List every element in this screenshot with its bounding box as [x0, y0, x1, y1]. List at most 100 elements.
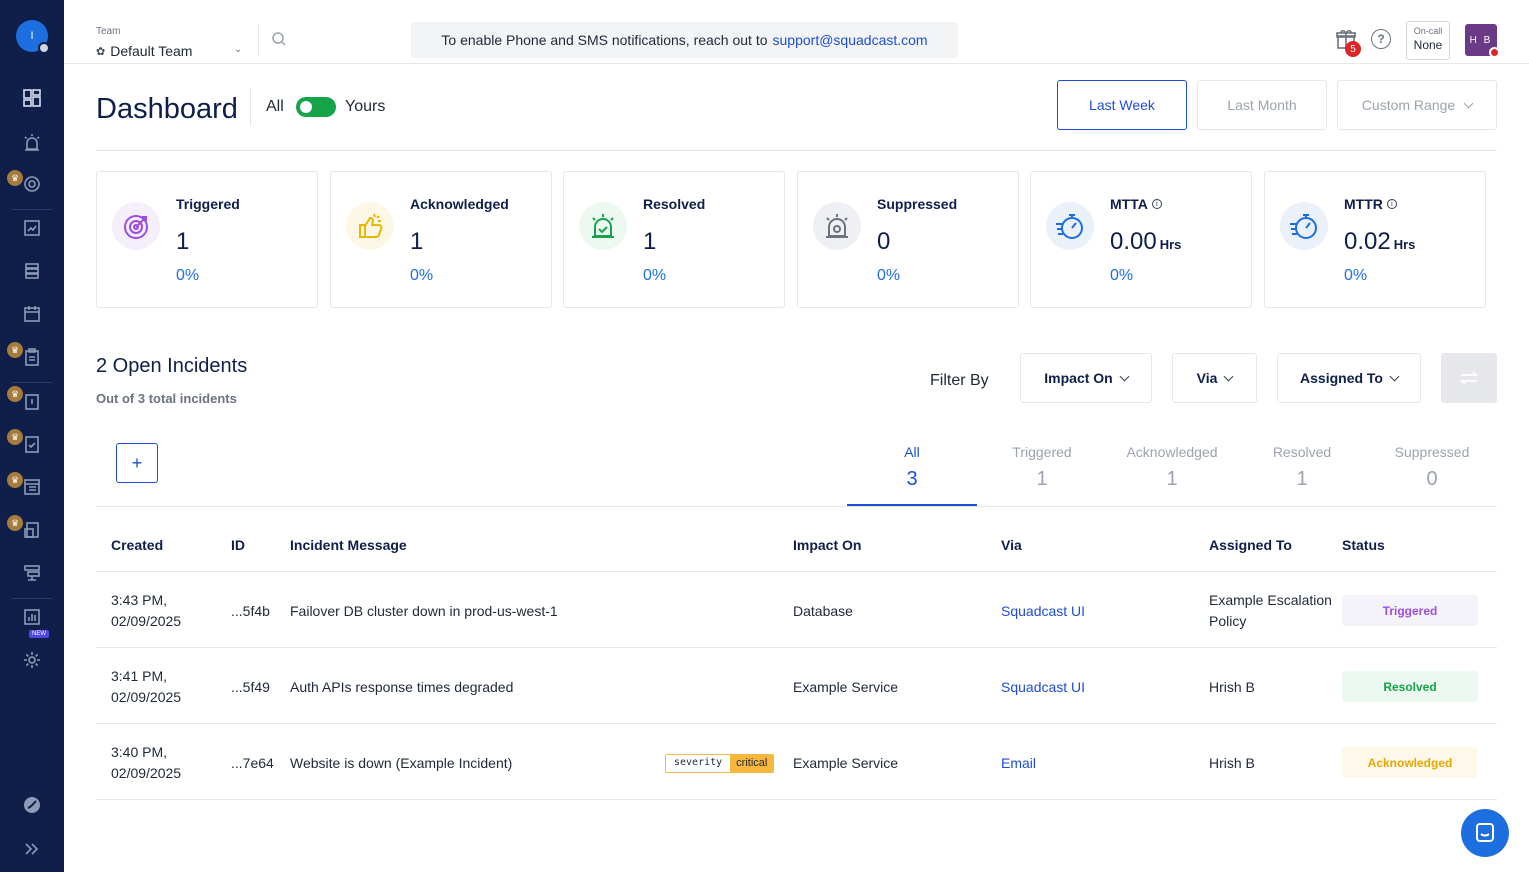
card-percent: 0% [176, 267, 200, 284]
card-mtta: MTTA i 0.00 Hrs 0% [1030, 171, 1252, 308]
notification-banner: To enable Phone and SMS notifications, r… [411, 22, 958, 58]
dashboard-icon[interactable] [20, 86, 44, 110]
toggle-all-label: All [266, 98, 284, 115]
card-percent: 0% [877, 267, 901, 284]
status-page-icon[interactable] [20, 475, 44, 499]
chat-launcher-button[interactable] [1461, 809, 1509, 857]
card-value-unit: Hrs [1393, 237, 1416, 252]
row-divider [96, 723, 1497, 724]
filter-impact-on-dropdown[interactable]: Impact On [1020, 353, 1152, 403]
runbook-icon[interactable] [20, 518, 44, 542]
column-header-created[interactable]: Created [111, 537, 163, 553]
card-value: 1 [410, 228, 423, 256]
card-value-unit: Hrs [1159, 237, 1182, 252]
column-header-impact-on[interactable]: Impact On [793, 537, 861, 553]
sidebar-divider [12, 598, 52, 599]
add-incident-button[interactable]: + [116, 443, 158, 483]
alarm-icon[interactable] [20, 130, 44, 154]
tabs-divider [96, 506, 1497, 507]
tab-triggered[interactable]: Triggered 1 [977, 440, 1107, 506]
tab-label: Resolved [1272, 444, 1332, 460]
checklist-icon[interactable] [20, 432, 44, 456]
analytics-icon[interactable] [20, 216, 44, 240]
column-header-status[interactable]: Status [1342, 537, 1385, 553]
calendar-icon[interactable] [20, 302, 44, 326]
message-cell[interactable]: Website is down (Example Incident) [290, 753, 512, 774]
created-cell: 3:41 PM, 02/09/2025 [111, 666, 181, 708]
assigned-cell: Hrish B [1209, 679, 1255, 695]
card-resolved: Resolved 1 0% [563, 171, 785, 308]
expand-sidebar-icon[interactable] [20, 837, 44, 861]
card-label-text: MTTA [1110, 196, 1148, 212]
swap-icon [1459, 371, 1479, 385]
sidebar: I ♛ ♛ ♛ ♛ ♛ ♛ NEW [0, 0, 64, 872]
alarm-muted-icon [813, 202, 861, 250]
gift-count-badge: 5 [1345, 41, 1361, 57]
tab-count: 0 [1426, 468, 1438, 490]
info-icon[interactable]: i [1151, 199, 1162, 209]
target-icon[interactable] [20, 172, 44, 196]
last-week-button[interactable]: Last Week [1057, 80, 1187, 130]
reports-icon[interactable] [20, 605, 44, 629]
created-time: 3:41 PM, [111, 668, 168, 684]
filter-by-label: Filter By [930, 372, 989, 389]
filter-via-dropdown[interactable]: Via [1172, 353, 1257, 403]
custom-range-dropdown[interactable]: Custom Range [1337, 80, 1497, 130]
filter-assigned-to-dropdown[interactable]: Assigned To [1277, 353, 1421, 403]
clipboard-icon[interactable] [20, 345, 44, 369]
new-badge: NEW [29, 630, 49, 638]
stopwatch-icon [1280, 202, 1328, 250]
help-icon[interactable]: ? [1371, 29, 1391, 49]
message-cell[interactable]: Auth APIs response times degraded [290, 677, 513, 698]
id-cell: ...5f4b [231, 603, 270, 619]
workflow-icon[interactable] [20, 561, 44, 585]
custom-range-label: Custom Range [1361, 97, 1456, 113]
column-header-id[interactable]: ID [231, 537, 245, 553]
created-cell: 3:40 PM, 02/09/2025 [111, 742, 181, 784]
info-icon[interactable]: i [1386, 199, 1397, 209]
card-percent: 0% [410, 267, 434, 284]
row-divider [96, 571, 1497, 572]
column-header-assigned-to[interactable]: Assigned To [1209, 537, 1292, 553]
status-badge: Acknowledged [1342, 747, 1478, 778]
card-triggered: Triggered 1 0% [96, 171, 318, 308]
reset-filters-button[interactable] [1441, 353, 1497, 403]
oncall-label: On-call [1413, 26, 1443, 36]
tab-count: 1 [1296, 468, 1308, 490]
squadcast-logo-icon[interactable] [20, 793, 44, 817]
tab-suppressed[interactable]: Suppressed 0 [1367, 440, 1497, 506]
card-value: 1 [176, 228, 189, 256]
tab-all[interactable]: All 3 [847, 440, 977, 506]
search-icon[interactable] [271, 31, 287, 52]
settings-icon[interactable] [20, 648, 44, 672]
card-value-number: 1 [410, 228, 424, 255]
support-email-link[interactable]: support@squadcast.com [773, 32, 928, 48]
card-value-number: 0.00 [1110, 228, 1157, 255]
last-month-button[interactable]: Last Month [1197, 80, 1327, 130]
filter-label: Impact On [1044, 370, 1113, 386]
services-icon[interactable] [20, 259, 44, 283]
tab-acknowledged[interactable]: Acknowledged 1 [1107, 440, 1237, 506]
created-date: 02/09/2025 [111, 613, 182, 629]
all-yours-toggle[interactable] [296, 97, 336, 117]
oncall-indicator[interactable]: On-call None [1406, 21, 1450, 60]
card-label: Suppressed [877, 196, 958, 212]
team-label: Team [96, 26, 121, 37]
postmortem-icon[interactable] [20, 389, 44, 413]
banner-text: To enable Phone and SMS notifications, r… [441, 32, 768, 48]
via-cell: Squadcast UI [1001, 603, 1086, 619]
card-label-text: MTTR [1344, 196, 1383, 212]
column-header-via[interactable]: Via [1001, 537, 1022, 553]
chevron-down-icon[interactable]: ⌄ [234, 44, 242, 55]
tab-resolved[interactable]: Resolved 1 [1237, 440, 1367, 506]
tab-label: All [904, 444, 920, 460]
id-cell: ...7e64 [231, 755, 274, 771]
impact-cell: Example Service [793, 755, 899, 771]
card-percent: 0% [643, 267, 667, 284]
filter-label: Via [1196, 370, 1218, 386]
team-selector[interactable]: ✿ Default Team [96, 43, 192, 59]
column-header-message[interactable]: Incident Message [290, 537, 407, 553]
created-date: 02/09/2025 [111, 689, 182, 705]
message-cell[interactable]: Failover DB cluster down in prod-us-west… [290, 601, 558, 622]
org-avatar[interactable]: I [16, 20, 50, 54]
